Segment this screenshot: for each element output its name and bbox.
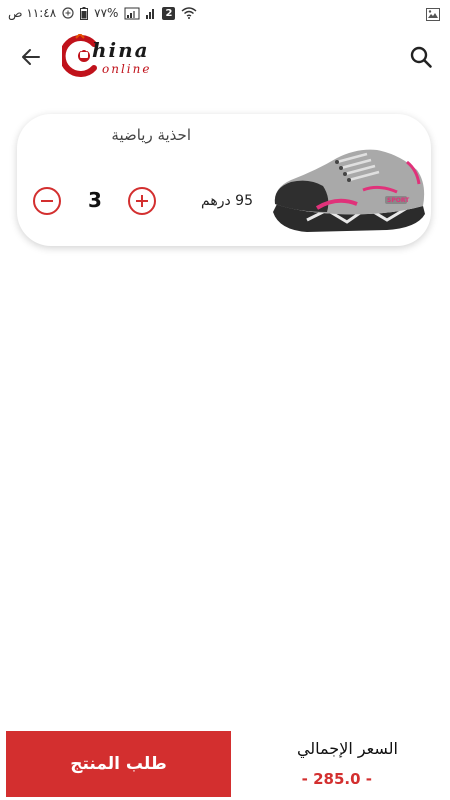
status-bar: ١١:٤٨ ص ٧٧% 2 xyxy=(0,0,450,28)
logo-text-main: hina xyxy=(92,38,150,62)
gallery-icon xyxy=(426,8,440,21)
cart-item-card: احذية رياضية SPORT 95 درهم 3 xyxy=(17,114,431,246)
signal-icon xyxy=(124,7,140,19)
status-left: ١١:٤٨ ص ٧٧% 2 xyxy=(8,6,197,20)
search-icon xyxy=(410,46,432,68)
checkout-bar: طلب المنتج السعر الإجمالي - 285.0 - xyxy=(0,724,450,800)
signal-bars-icon xyxy=(146,9,155,19)
app-logo: hina online xyxy=(62,32,172,82)
product-image[interactable]: SPORT xyxy=(267,140,429,238)
order-product-button[interactable]: طلب المنتج xyxy=(6,731,231,797)
battery-icon xyxy=(80,6,89,20)
status-right xyxy=(426,6,440,25)
arrow-back-icon xyxy=(22,49,40,65)
logo-text-sub: online xyxy=(102,62,152,76)
product-name: احذية رياضية xyxy=(111,126,191,144)
total-price-label: السعر الإجمالي xyxy=(296,739,398,758)
app-bar: hina online xyxy=(0,28,450,86)
minus-icon xyxy=(41,200,53,202)
product-price: 95 درهم xyxy=(201,193,253,209)
sport-shoe-image: SPORT xyxy=(273,149,425,232)
quantity-increase-button[interactable] xyxy=(128,187,156,215)
quantity-decrease-button[interactable] xyxy=(33,187,61,215)
plus-icon xyxy=(136,195,148,207)
svg-text:SPORT: SPORT xyxy=(387,197,410,204)
wifi-icon xyxy=(181,7,197,19)
total-price-value: - 285.0 - xyxy=(301,770,372,788)
quantity-value: 3 xyxy=(88,188,102,212)
battery-level: ٧٧% xyxy=(94,6,119,20)
sim-slot-badge: 2 xyxy=(162,6,176,20)
back-button[interactable] xyxy=(16,42,46,72)
search-button[interactable] xyxy=(406,42,436,72)
notification-icon xyxy=(62,7,74,19)
clock: ١١:٤٨ ص xyxy=(8,6,57,20)
